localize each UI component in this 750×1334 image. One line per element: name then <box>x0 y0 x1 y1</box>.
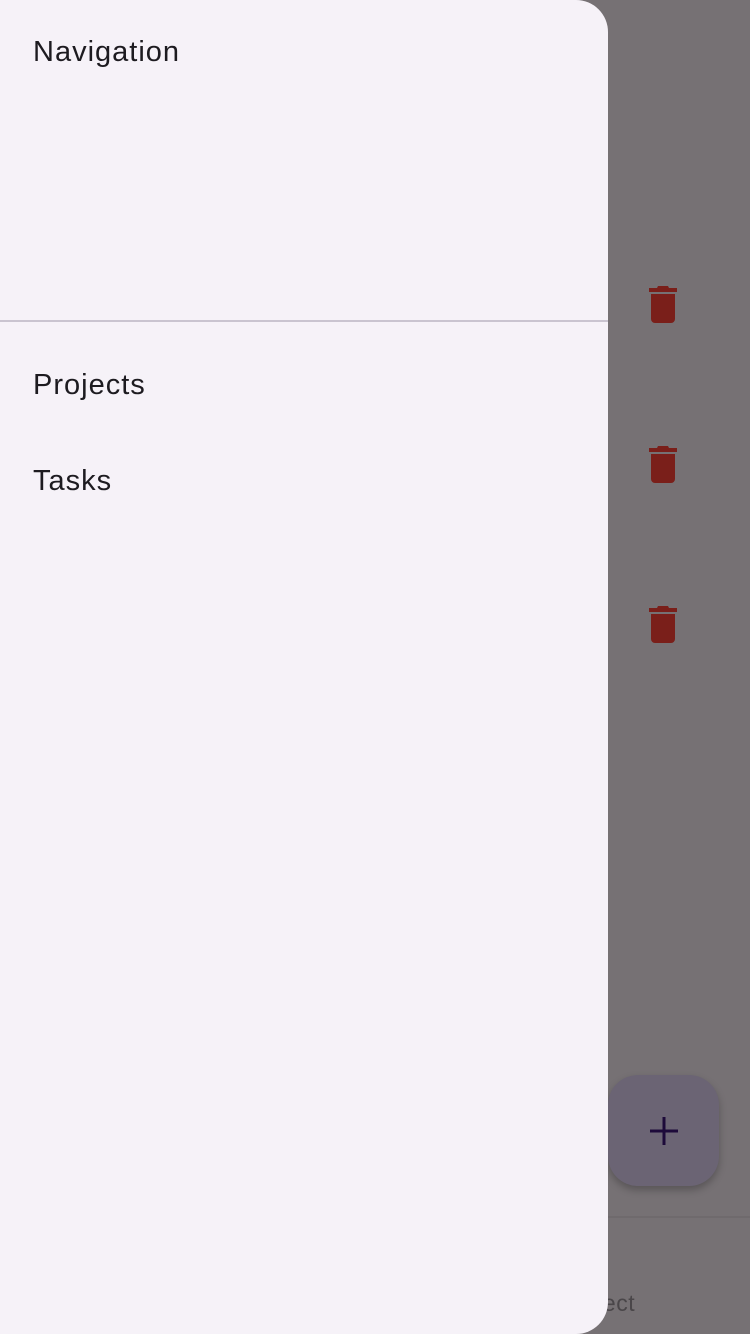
navigation-drawer: Navigation Projects Tasks <box>0 0 608 1334</box>
drawer-item-label: Tasks <box>33 464 113 497</box>
drawer-item-tasks[interactable]: Tasks <box>0 441 608 521</box>
trash-icon[interactable] <box>648 285 678 323</box>
drawer-divider <box>0 320 608 322</box>
trash-icon[interactable] <box>648 445 678 483</box>
drawer-item-projects[interactable]: Projects <box>0 345 608 425</box>
drawer-item-label: Projects <box>33 368 146 401</box>
add-fab-button[interactable] <box>608 1075 719 1186</box>
trash-icon[interactable] <box>648 605 678 643</box>
plus-icon <box>649 1116 678 1145</box>
drawer-header-title: Navigation <box>33 36 181 68</box>
